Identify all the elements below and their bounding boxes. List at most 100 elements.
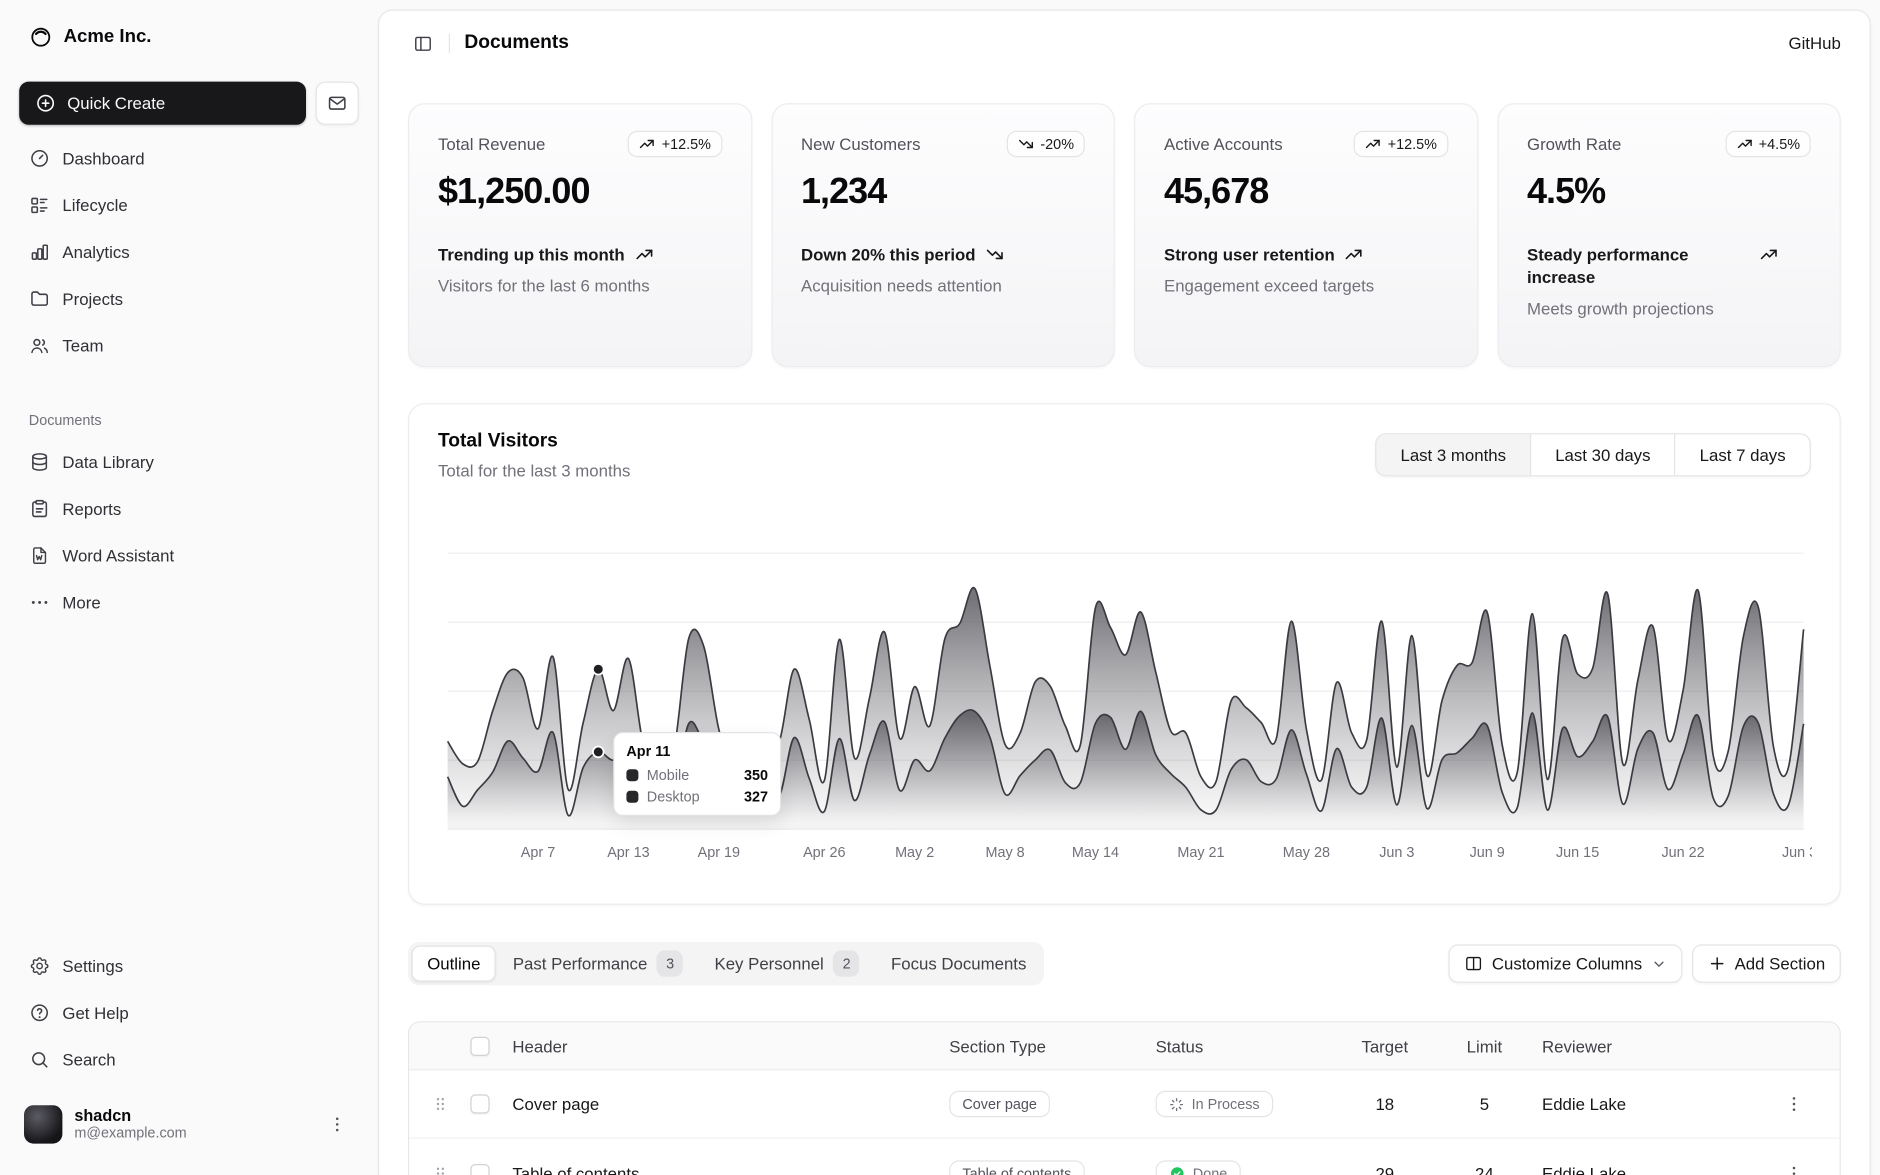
trending-up-icon <box>1344 245 1363 264</box>
svg-text:May 8: May 8 <box>985 845 1024 861</box>
column-reviewer: Reviewer <box>1532 1036 1758 1055</box>
sidebar-item-search[interactable]: Search <box>19 1040 359 1078</box>
sidebar-toggle-button[interactable] <box>406 26 440 60</box>
sidebar-item-data-library[interactable]: Data Library <box>19 443 359 481</box>
user-email: m@example.com <box>74 1124 186 1142</box>
panel-left-icon <box>412 33 432 53</box>
reviewer-cell[interactable]: Eddie Lake <box>1532 1163 1758 1175</box>
brand[interactable]: Acme Inc. <box>19 17 359 58</box>
column-section-type: Section Type <box>940 1036 1146 1055</box>
target-value[interactable]: 18 <box>1333 1094 1436 1113</box>
tab-label: Key Personnel <box>715 954 824 973</box>
sidebar-item-analytics[interactable]: Analytics <box>19 233 359 271</box>
chart-canvas: Apr 7Apr 13Apr 19Apr 26May 2May 8May 14M… <box>438 512 1812 872</box>
tooltip-date: Apr 11 <box>626 743 768 760</box>
sidebar-nav-secondary: Settings Get Help Search <box>19 947 359 1079</box>
trend-badge-value: +12.5% <box>1388 136 1437 153</box>
sidebar-item-more[interactable]: More <box>19 583 359 621</box>
drag-handle-icon[interactable] <box>431 1163 450 1175</box>
limit-value[interactable]: 24 <box>1436 1163 1532 1175</box>
sidebar-item-label: Search <box>62 1050 115 1069</box>
stat-card-active-accounts: Active Accounts +12.5% 45,678 Strong use… <box>1134 103 1478 367</box>
select-all-checkbox[interactable] <box>470 1036 489 1055</box>
row-checkbox[interactable] <box>470 1163 489 1175</box>
sidebar-item-label: Lifecycle <box>62 196 127 215</box>
tooltip-row-desktop: Desktop 327 <box>626 788 768 805</box>
page-title: Documents <box>464 32 569 54</box>
stat-value: $1,250.00 <box>438 172 722 213</box>
quick-create-label: Quick Create <box>67 94 165 113</box>
add-section-button[interactable]: Add Section <box>1691 944 1840 982</box>
desktop-series-swatch <box>626 791 638 803</box>
inbox-button[interactable] <box>316 82 359 125</box>
section-type-badge: Table of contents <box>949 1160 1084 1175</box>
trend-badge-value: +12.5% <box>662 136 711 153</box>
column-target: Target <box>1333 1036 1436 1055</box>
sidebar-item-label: Reports <box>62 499 121 518</box>
trending-up-icon <box>634 245 653 264</box>
range-last-30-days[interactable]: Last 30 days <box>1530 434 1674 475</box>
drag-handle-icon[interactable] <box>431 1094 450 1113</box>
brand-name: Acme Inc. <box>64 26 152 48</box>
sidebar-item-get-help[interactable]: Get Help <box>19 994 359 1032</box>
stat-footer-title: Trending up this month <box>438 244 625 267</box>
sidebar-item-label: Get Help <box>62 1003 128 1022</box>
row-header-cell[interactable]: Table of contents <box>503 1163 940 1175</box>
tab-focus-documents[interactable]: Focus Documents <box>877 946 1041 982</box>
sidebar-item-team[interactable]: Team <box>19 326 359 364</box>
tab-count-badge: 3 <box>657 950 683 976</box>
stat-value: 1,234 <box>801 172 1085 213</box>
sidebar-item-lifecycle[interactable]: Lifecycle <box>19 186 359 224</box>
row-menu-button[interactable] <box>1780 1159 1809 1175</box>
circle-check-icon <box>1169 1165 1186 1175</box>
sidebar-item-label: Analytics <box>62 242 129 261</box>
tab-past-performance[interactable]: Past Performance 3 <box>498 946 697 982</box>
range-last-7-days[interactable]: Last 7 days <box>1674 434 1809 475</box>
trend-badge-value: +4.5% <box>1759 136 1800 153</box>
sidebar-item-dashboard[interactable]: Dashboard <box>19 139 359 177</box>
user-menu[interactable]: shadcn m@example.com <box>19 1100 359 1148</box>
reviewer-cell[interactable]: Eddie Lake <box>1532 1094 1758 1113</box>
stat-label: Total Revenue <box>438 134 545 153</box>
trending-down-icon <box>985 245 1004 264</box>
sidebar-item-label: Settings <box>62 956 123 975</box>
report-icon <box>29 498 51 520</box>
stat-label: Growth Rate <box>1527 134 1621 153</box>
trending-down-icon <box>1018 136 1035 153</box>
list-details-icon <box>29 194 51 216</box>
tab-outline[interactable]: Outline <box>412 946 496 982</box>
help-circle-icon <box>29 1002 51 1024</box>
sidebar-nav-main: Dashboard Lifecycle Analytics Projects <box>19 139 359 373</box>
visitors-area-chart[interactable]: Apr 7Apr 13Apr 19Apr 26May 2May 8May 14M… <box>438 512 1812 872</box>
row-menu-button[interactable] <box>1780 1090 1809 1119</box>
logo-icon <box>29 25 53 49</box>
svg-text:Apr 7: Apr 7 <box>521 845 555 861</box>
trend-badge: +4.5% <box>1725 131 1811 157</box>
stat-card-total-revenue: Total Revenue +12.5% $1,250.00 Trending … <box>408 103 752 367</box>
dashboard-icon <box>29 148 51 170</box>
row-checkbox[interactable] <box>470 1094 489 1113</box>
user-name: shadcn <box>74 1106 186 1124</box>
sidebar-item-reports[interactable]: Reports <box>19 490 359 528</box>
limit-value[interactable]: 5 <box>1436 1094 1532 1113</box>
circle-plus-icon <box>35 92 57 114</box>
sidebar-item-settings[interactable]: Settings <box>19 947 359 985</box>
sidebar-item-label: Dashboard <box>62 149 144 168</box>
customize-columns-button[interactable]: Customize Columns <box>1449 944 1682 982</box>
sidebar-item-projects[interactable]: Projects <box>19 280 359 318</box>
stat-footer-desc: Meets growth projections <box>1527 299 1811 318</box>
sidebar-item-word-assistant[interactable]: Word Assistant <box>19 536 359 574</box>
stat-footer-desc: Acquisition needs attention <box>801 276 1085 295</box>
status-badge: Done <box>1156 1160 1241 1175</box>
quick-create-button[interactable]: Quick Create <box>19 82 306 125</box>
main-panel: Documents GitHub Total Revenue +12.5% $1… <box>378 10 1871 1175</box>
mobile-series-swatch <box>626 769 638 781</box>
target-value[interactable]: 29 <box>1333 1163 1436 1175</box>
tab-key-personnel[interactable]: Key Personnel 2 <box>700 946 874 982</box>
range-last-3-months[interactable]: Last 3 months <box>1376 434 1530 475</box>
row-header-cell[interactable]: Cover page <box>503 1094 940 1113</box>
stat-footer-title: Steady performance increase <box>1527 244 1749 290</box>
trend-badge-value: -20% <box>1040 136 1074 153</box>
plus-icon <box>1707 954 1726 973</box>
github-link[interactable]: GitHub <box>1789 34 1841 53</box>
